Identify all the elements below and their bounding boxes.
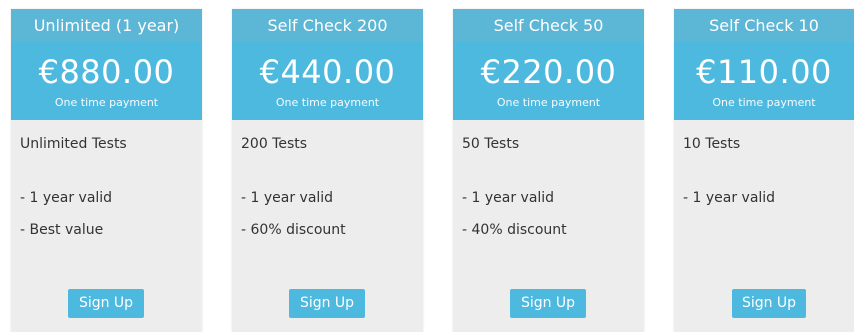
plan-price-note: One time payment bbox=[54, 96, 159, 109]
plan-feature: - 1 year valid bbox=[241, 190, 334, 206]
sign-up-button[interactable]: Sign Up bbox=[289, 289, 365, 318]
plan-price-note: One time payment bbox=[712, 96, 816, 109]
sign-up-button[interactable]: Sign Up bbox=[510, 289, 586, 318]
plan-feature: - 60% discount bbox=[241, 222, 346, 238]
plan-price-note: One time payment bbox=[275, 96, 380, 109]
plan-feature: - 40% discount bbox=[462, 222, 567, 238]
plan-price-box: €110.00 One time payment bbox=[674, 42, 854, 120]
plan-title: Self Check 50 bbox=[453, 9, 644, 42]
plan-tests: Unlimited Tests bbox=[20, 136, 127, 152]
sign-up-button[interactable]: Sign Up bbox=[68, 289, 144, 318]
plan-feature: - 1 year valid bbox=[683, 190, 776, 206]
plan-price-box: €880.00 One time payment bbox=[11, 42, 202, 120]
plan-feature: - Best value bbox=[20, 222, 104, 238]
plan-title: Self Check 10 bbox=[674, 9, 854, 42]
plan-price: €880.00 bbox=[38, 53, 175, 91]
plan-price: €110.00 bbox=[696, 53, 832, 91]
plan-price-box: €440.00 One time payment bbox=[232, 42, 423, 120]
plan-tests: 200 Tests bbox=[241, 136, 308, 152]
plan-tests: 50 Tests bbox=[462, 136, 520, 152]
plan-card-self-check-50: Self Check 50 €220.00 One time payment 5… bbox=[453, 9, 644, 332]
plan-card-unlimited: Unlimited (1 year) €880.00 One time paym… bbox=[11, 9, 202, 332]
plan-feature: - 1 year valid bbox=[20, 190, 113, 206]
plan-price-box: €220.00 One time payment bbox=[453, 42, 644, 120]
plan-title: Unlimited (1 year) bbox=[11, 9, 202, 42]
plan-price-note: One time payment bbox=[496, 96, 601, 109]
plan-title: Self Check 200 bbox=[232, 9, 423, 42]
plan-feature: - 1 year valid bbox=[462, 190, 555, 206]
plan-price: €440.00 bbox=[259, 53, 396, 91]
sign-up-button[interactable]: Sign Up bbox=[732, 289, 806, 318]
plan-price: €220.00 bbox=[480, 53, 617, 91]
plan-tests: 10 Tests bbox=[683, 136, 741, 152]
plan-card-self-check-200: Self Check 200 €440.00 One time payment … bbox=[232, 9, 423, 332]
pricing-plans: Unlimited (1 year) €880.00 One time paym… bbox=[0, 0, 854, 332]
plan-card-self-check-10: Self Check 10 €110.00 One time payment 1… bbox=[674, 9, 854, 332]
